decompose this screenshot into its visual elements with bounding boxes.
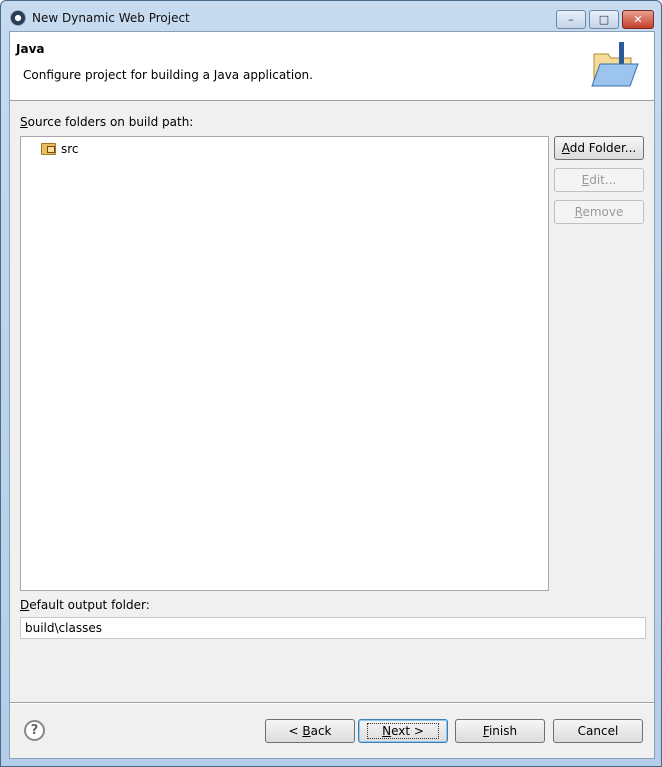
help-icon[interactable]: ? [24,720,45,741]
eclipse-icon [10,10,26,26]
maximize-button[interactable]: □ [589,10,619,29]
title-bar[interactable]: New Dynamic Web Project – □ ✕ [1,1,661,31]
output-folder-input[interactable]: build\classes [20,617,646,639]
cancel-button[interactable]: Cancel [553,719,643,743]
source-folders-label: Source folders on build path: [20,115,194,129]
remove-button[interactable]: Remove [554,200,644,224]
java-folder-icon [591,42,639,87]
window-title: New Dynamic Web Project [32,11,190,25]
next-button[interactable]: Next > [358,719,448,743]
minimize-button[interactable]: – [556,10,586,29]
dialog-window: New Dynamic Web Project – □ ✕ Java Confi… [0,0,662,767]
default-output-label: Default output folder: [20,598,150,612]
footer-divider [10,702,654,704]
finish-button[interactable]: Finish [455,719,545,743]
source-folders-tree[interactable]: src [20,136,549,591]
wizard-header: Java Configure project for building a Ja… [10,32,654,101]
source-folder-icon [41,143,56,155]
tree-item-label: src [61,142,79,156]
close-button[interactable]: ✕ [622,10,654,29]
back-button[interactable]: < Back [265,719,355,743]
edit-button[interactable]: Edit... [554,168,644,192]
page-description: Configure project for building a Java ap… [23,68,313,82]
page-title: Java [16,42,45,56]
add-folder-button[interactable]: Add Folder... [554,136,644,160]
dialog-body: Java Configure project for building a Ja… [9,31,655,759]
tree-item-src[interactable]: src [41,142,79,156]
